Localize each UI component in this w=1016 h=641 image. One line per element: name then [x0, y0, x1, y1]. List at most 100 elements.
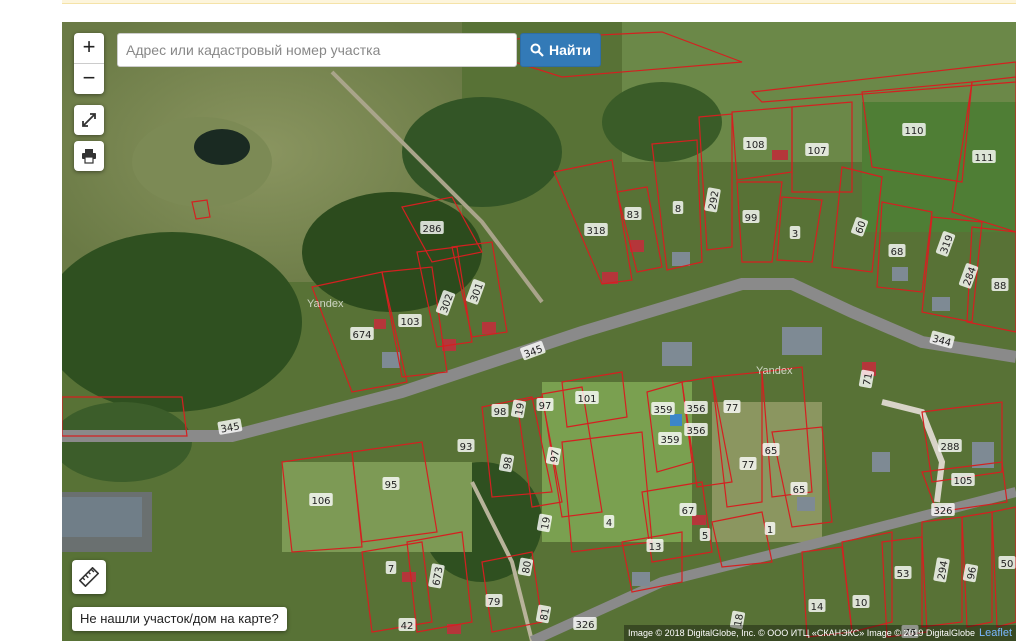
svg-text:356: 356: [686, 426, 705, 437]
parcel-number-label: 83: [624, 207, 642, 221]
parcel-number-label: 326: [931, 503, 955, 517]
svg-text:8: 8: [675, 204, 681, 215]
parcel-number-label: 10: [852, 595, 870, 609]
notice-bar: [62, 0, 1016, 4]
svg-text:674: 674: [352, 330, 371, 341]
svg-text:286: 286: [422, 224, 441, 235]
svg-text:50: 50: [1001, 559, 1014, 570]
parcel-number-label: 80: [517, 557, 534, 577]
svg-text:77: 77: [742, 460, 755, 471]
parcel-number-label: 67: [679, 503, 697, 517]
parcel-number-label: 101: [575, 391, 599, 405]
parcel-number-label: 318: [584, 223, 608, 237]
parcel-number-label: 108: [743, 137, 767, 151]
svg-text:97: 97: [539, 401, 552, 412]
expand-icon: [82, 113, 96, 127]
parcel-number-label: 65: [762, 443, 780, 457]
fullscreen-button[interactable]: [74, 105, 104, 135]
search-button[interactable]: Найти: [520, 33, 601, 67]
svg-text:4: 4: [606, 518, 612, 529]
parcel-number-label: 79: [485, 594, 503, 608]
svg-text:107: 107: [807, 146, 826, 157]
svg-text:98: 98: [494, 407, 507, 418]
map-viewport[interactable]: 286 318 83 8 292 108 107 110 111 99 3 60 68 319 284 88 6…: [62, 22, 1016, 641]
svg-text:3: 3: [792, 229, 798, 240]
svg-text:80: 80: [521, 560, 534, 574]
parcel-number-label: 13: [646, 539, 664, 553]
svg-text:65: 65: [765, 446, 778, 457]
parcel-number-label: 98: [491, 404, 509, 418]
parcel-number-label: 7: [385, 561, 397, 575]
zoom-control: + −: [74, 33, 104, 94]
svg-text:288: 288: [940, 442, 959, 453]
parcel-number-label: 65: [790, 482, 808, 496]
svg-text:356: 356: [686, 404, 705, 415]
parcel-number-label: 1: [764, 522, 776, 536]
svg-text:318: 318: [586, 226, 605, 237]
parcel-number-label: 359: [651, 402, 675, 416]
parcel-number-label: 50: [998, 556, 1016, 570]
parcel-number-label: 93: [457, 439, 475, 453]
parcel-number-label: 111: [972, 150, 996, 164]
attribution-text: Image © 2018 DigitalGlobe, Inc. © ООО ИТ…: [627, 628, 975, 638]
parcel-number-label: 71: [858, 369, 875, 389]
parcel-number-label: 326: [573, 617, 597, 631]
svg-text:359: 359: [653, 405, 672, 416]
svg-text:98: 98: [502, 456, 515, 470]
svg-text:1: 1: [767, 525, 773, 536]
leaflet-link[interactable]: Leaflet: [979, 627, 1012, 639]
svg-text:101: 101: [577, 394, 596, 405]
parcel-number-label: 110: [902, 123, 926, 137]
parcel-number-label: 96: [962, 563, 979, 583]
parcel-number-label: 68: [888, 244, 906, 258]
parcel-number-label: 288: [938, 439, 962, 453]
svg-text:103: 103: [400, 317, 419, 328]
svg-text:53: 53: [897, 569, 910, 580]
svg-text:326: 326: [575, 620, 594, 631]
parcel-number-label: 99: [742, 210, 760, 224]
map-attribution: Image © 2018 DigitalGlobe, Inc. © ООО ИТ…: [623, 625, 1016, 641]
svg-text:81: 81: [539, 607, 552, 621]
not-found-button[interactable]: Не нашли участок/дом на карте?: [72, 607, 287, 631]
yandex-watermark: Yandex: [756, 365, 793, 377]
parcel-number-label: 105: [951, 473, 975, 487]
parcel-number-label: 97: [536, 398, 554, 412]
svg-text:359: 359: [660, 435, 679, 446]
svg-text:111: 111: [974, 153, 993, 164]
zoom-out-button[interactable]: −: [74, 63, 104, 94]
svg-text:19: 19: [514, 402, 527, 416]
svg-text:99: 99: [745, 213, 758, 224]
svg-text:88: 88: [994, 281, 1007, 292]
svg-text:10: 10: [855, 598, 868, 609]
parcel-number-label: 88: [991, 278, 1009, 292]
parcel-number-label: 19: [510, 399, 527, 419]
print-button[interactable]: [74, 141, 104, 171]
svg-text:97: 97: [549, 449, 562, 463]
printer-icon: [82, 149, 96, 164]
parcel-number-label: 356: [684, 423, 708, 437]
zoom-in-button[interactable]: +: [74, 33, 104, 63]
search-icon: [530, 43, 544, 57]
svg-text:77: 77: [726, 403, 739, 414]
measure-button[interactable]: [72, 560, 106, 594]
svg-text:96: 96: [966, 566, 979, 580]
parcel-number-label: 106: [309, 493, 333, 507]
parcel-number-label: 103: [398, 314, 422, 328]
svg-text:68: 68: [891, 247, 904, 258]
yandex-watermark: Yandex: [307, 298, 344, 310]
parcel-number-label: 14: [808, 599, 826, 613]
parcel-number-label: 286: [420, 221, 444, 235]
svg-text:108: 108: [745, 140, 764, 151]
svg-text:42: 42: [401, 621, 414, 632]
svg-text:95: 95: [385, 480, 398, 491]
svg-text:7: 7: [388, 564, 394, 575]
svg-text:105: 105: [953, 476, 972, 487]
svg-text:83: 83: [627, 210, 640, 221]
parcel-number-label: 359: [658, 432, 682, 446]
svg-text:71: 71: [862, 372, 875, 386]
svg-text:79: 79: [488, 597, 501, 608]
svg-text:93: 93: [460, 442, 473, 453]
search-input[interactable]: [117, 33, 517, 67]
svg-text:13: 13: [649, 542, 662, 553]
parcel-number-label: 95: [382, 477, 400, 491]
